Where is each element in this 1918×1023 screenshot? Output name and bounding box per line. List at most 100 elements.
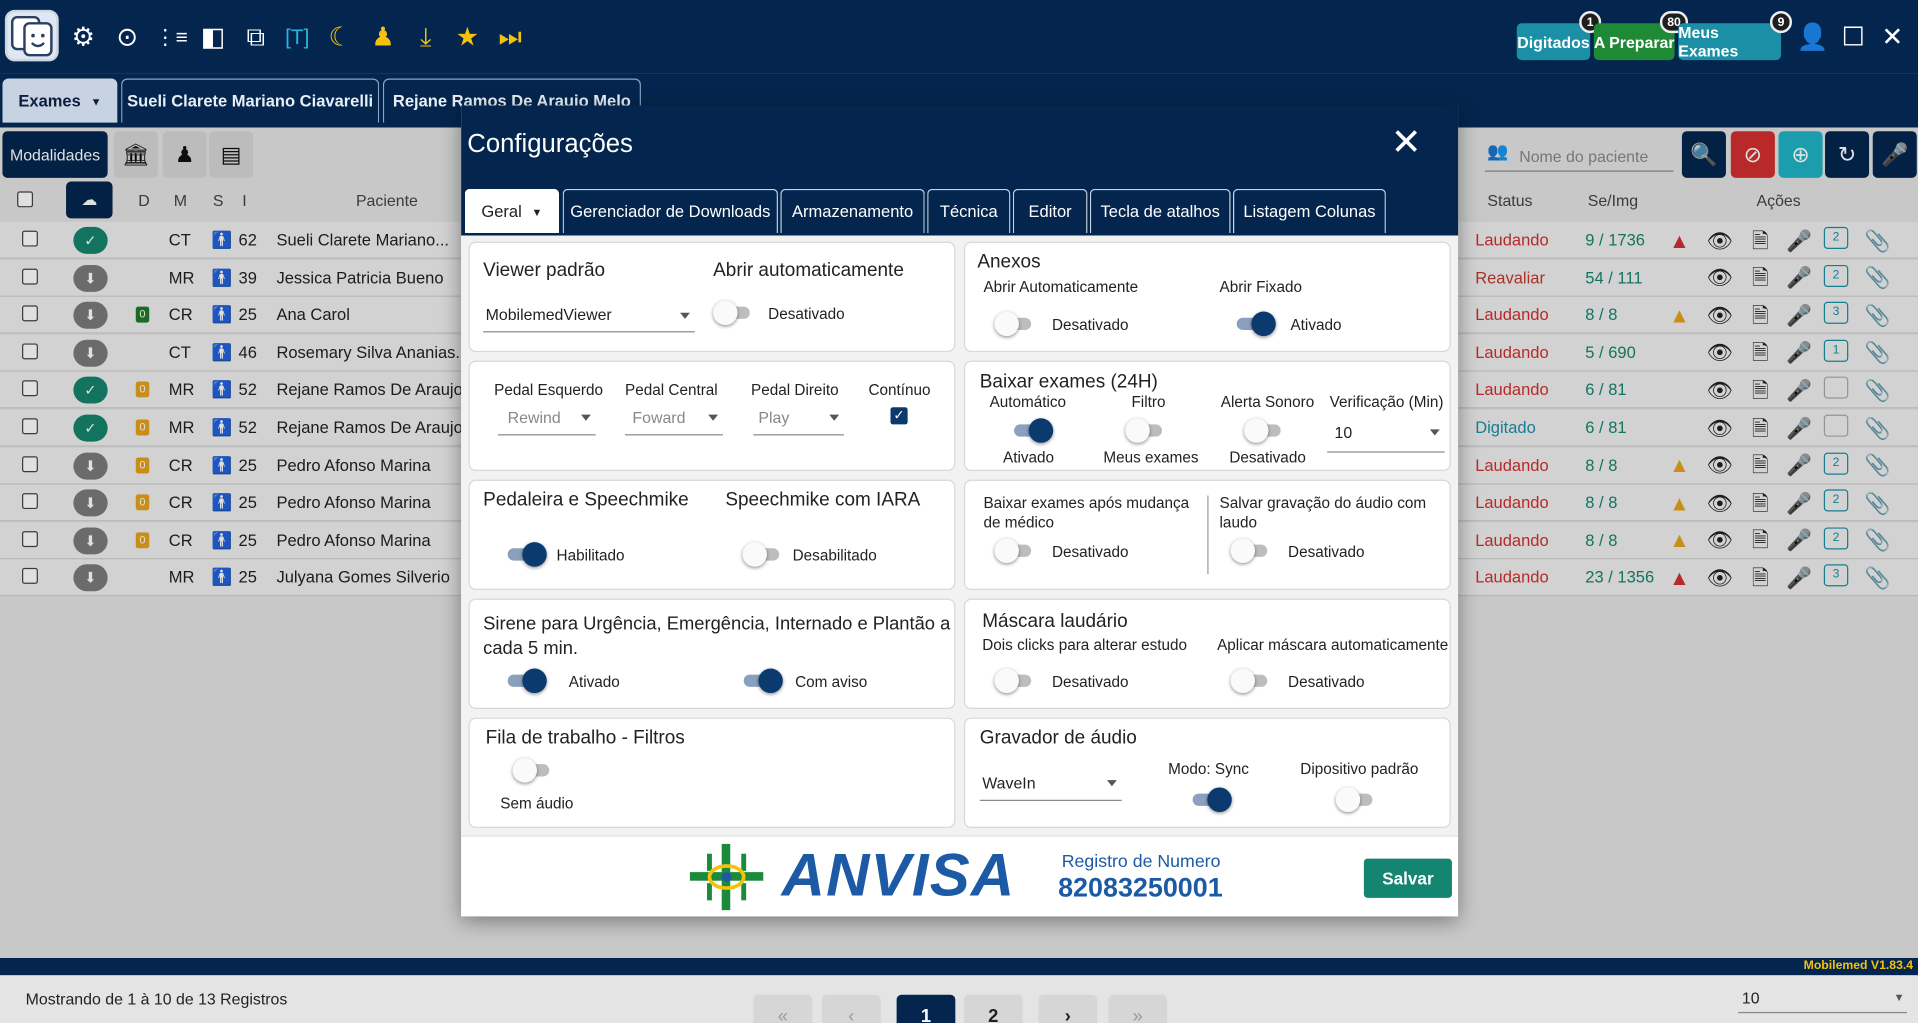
pedal-card: Pedal Esquerdo Rewind Pedal Central Fowa…	[468, 360, 956, 472]
page-1-button[interactable]: 1	[896, 994, 956, 1023]
last-page-button[interactable]: »	[1108, 994, 1167, 1023]
tab-geral-label: Geral	[481, 202, 522, 221]
tab-gerenciador-downloads[interactable]: Gerenciador de Downloads	[562, 188, 778, 234]
anexos-card: Anexos Abrir Automaticamente Desativado …	[963, 241, 1451, 353]
pedal-right-select[interactable]: Play	[753, 406, 845, 436]
alert-sound-toggle[interactable]	[1244, 418, 1286, 443]
audio-laudo-label: Salvar gravação do áudio com laudo	[1219, 494, 1427, 532]
continuous-checkbox[interactable]: ✓	[890, 407, 908, 425]
app-window: ⚙ ⊙ ⋮≡ ◧ ⧉ [T] ☾ ♟ ⤓ ★ ⏭ Digitados 1 A P…	[0, 0, 1918, 1023]
pedal-left-label: Pedal Esquerdo	[494, 381, 603, 399]
tab-tecla-atalhos[interactable]: Tecla de atalhos	[1089, 188, 1231, 234]
verification-label: Verificação (Min)	[1329, 393, 1444, 411]
audio-input-select[interactable]: WaveIn	[979, 772, 1122, 801]
mudanca-toggle[interactable]	[994, 538, 1036, 564]
star-icon[interactable]: ★	[451, 21, 483, 53]
page-1-label: 1	[920, 1005, 932, 1023]
records-count-text: Mostrando de 1 à 10 de 13 Registros	[25, 989, 288, 1009]
mascara-card: Máscara laudário Dois clicks para altera…	[963, 598, 1451, 709]
stop-record-icon[interactable]: ⊙	[111, 21, 143, 53]
baixar-title: Baixar exames (24H)	[979, 371, 1158, 393]
compare-icon[interactable]: ◧	[197, 21, 229, 53]
meus-exames-button[interactable]: Meus Exames	[1678, 23, 1781, 61]
fila-card: Fila de trabalho - Filtros Sem áudio	[468, 717, 956, 828]
pedal-center-select[interactable]: Foward	[625, 406, 723, 436]
verification-select[interactable]: 10	[1327, 421, 1445, 453]
footer-bar: Mobilemed V1.83.4 Mostrando de 1 à 10 de…	[0, 957, 1918, 1023]
anexos-fixed-state: Ativado	[1290, 316, 1342, 334]
digitados-button[interactable]: Digitados	[1516, 23, 1591, 61]
a-preparar-label: A Preparar	[1593, 32, 1675, 51]
tab-tecnica[interactable]: Técnica	[927, 188, 1011, 234]
download-icon[interactable]: ⤓	[410, 21, 442, 53]
first-page-button[interactable]: «	[753, 994, 813, 1023]
anexos-fixed-toggle[interactable]	[1234, 311, 1276, 337]
fila-state: Sem áudio	[500, 794, 574, 813]
text-frame-icon[interactable]: [T]	[281, 21, 313, 53]
dois-clicks-toggle[interactable]	[994, 668, 1036, 694]
aviso-state: Com aviso	[795, 673, 868, 691]
sync-mode-toggle[interactable]	[1190, 787, 1232, 813]
save-button[interactable]: Salvar	[1363, 858, 1452, 898]
pagination-bar: Mostrando de 1 à 10 de 13 Registros « ‹ …	[0, 975, 1918, 1023]
list-indent-icon[interactable]: ⋮≡	[155, 21, 188, 53]
sirene-toggle[interactable]	[505, 668, 547, 694]
audio-laudo-toggle[interactable]	[1230, 538, 1273, 564]
anexos-auto-toggle[interactable]	[994, 311, 1036, 337]
baixar-filter-toggle[interactable]	[1125, 418, 1167, 443]
page-size-value: 10	[1741, 988, 1760, 1008]
iara-toggle[interactable]	[742, 542, 784, 567]
viewer-card: Viewer padrão MobilemedViewer Abrir auto…	[468, 241, 956, 353]
settings-gear-icon[interactable]: ⚙	[67, 21, 99, 53]
patient-tab-1[interactable]: Sueli Clarete Mariano Ciavarelli	[121, 78, 380, 123]
speech-toggle[interactable]	[505, 542, 547, 567]
page-size-select[interactable]: 10 ▼	[1738, 984, 1907, 1014]
close-modal-icon[interactable]: ✕	[1391, 125, 1422, 162]
dois-clicks-state: Desativado	[1051, 673, 1129, 691]
caret-down-icon	[708, 414, 719, 421]
anexos-title: Anexos	[977, 251, 1041, 273]
default-device-toggle[interactable]	[1335, 787, 1378, 813]
speech-state: Habilitado	[556, 547, 625, 565]
tab-geral[interactable]: Geral ▼	[464, 188, 560, 234]
maximize-icon[interactable]: ☐	[1837, 21, 1869, 53]
skip-forward-icon[interactable]: ⏭	[494, 21, 526, 53]
tab-armazenamento[interactable]: Armazenamento	[780, 188, 925, 234]
anexos-auto-label: Abrir Automaticamente	[983, 278, 1139, 296]
auto-open-toggle[interactable]	[713, 300, 755, 326]
baixar-filter-state: Meus exames	[1103, 448, 1199, 467]
tab-downloads-label: Gerenciador de Downloads	[570, 202, 771, 221]
user-icon[interactable]: 👤	[1797, 21, 1829, 53]
next-page-button[interactable]: ›	[1038, 994, 1098, 1023]
moon-icon[interactable]: ☾	[324, 21, 356, 53]
close-window-icon[interactable]: ✕	[1876, 21, 1908, 53]
caret-down-icon	[581, 414, 591, 421]
tab-tecnica-label: Técnica	[939, 202, 998, 221]
doctor-icon[interactable]: ♟	[367, 21, 399, 53]
speechmike-card: Pedaleira e Speechmike Habilitado Speech…	[468, 479, 956, 591]
baixar-auto-label: Automático	[989, 393, 1067, 411]
sirene-title: Sirene para Urgência, Emergência, Intern…	[483, 613, 951, 659]
viewer-select[interactable]: MobilemedViewer	[483, 301, 695, 333]
copy-window-icon[interactable]: ⧉	[240, 21, 272, 53]
meus-exames-count-badge: 9	[1769, 11, 1793, 34]
mudanca-state: Desativado	[1051, 543, 1129, 561]
dois-clicks-label: Dois clicks para alterar estudo	[982, 636, 1188, 654]
prev-page-button[interactable]: ‹	[821, 994, 881, 1023]
tab-armazenamento-label: Armazenamento	[791, 202, 914, 221]
top-toolbar: ⚙ ⊙ ⋮≡ ◧ ⧉ [T] ☾ ♟ ⤓ ★ ⏭ Digitados 1 A P…	[0, 0, 1918, 74]
default-device-label: Dipositivo padrão	[1300, 760, 1419, 778]
fila-toggle[interactable]	[512, 758, 555, 783]
version-label: Mobilemed V1.83.4	[1803, 959, 1914, 973]
tab-listagem-colunas[interactable]: Listagem Colunas	[1232, 188, 1386, 234]
aviso-toggle[interactable]	[741, 668, 783, 694]
page-2-button[interactable]: 2	[963, 994, 1023, 1023]
pedal-left-select[interactable]: Rewind	[497, 406, 596, 436]
modal-body: Viewer padrão MobilemedViewer Abrir auto…	[461, 235, 1459, 836]
aplicar-mascara-toggle[interactable]	[1230, 668, 1273, 694]
exames-dropdown-tab[interactable]: Exames ▼	[2, 78, 118, 123]
tab-editor[interactable]: Editor	[1012, 188, 1088, 234]
sync-mode-label: Modo: Sync	[1168, 760, 1249, 778]
modal-footer: ANVISA Registro de Numero 82083250001 Sa…	[461, 835, 1459, 917]
baixar-auto-toggle[interactable]	[1012, 418, 1054, 443]
